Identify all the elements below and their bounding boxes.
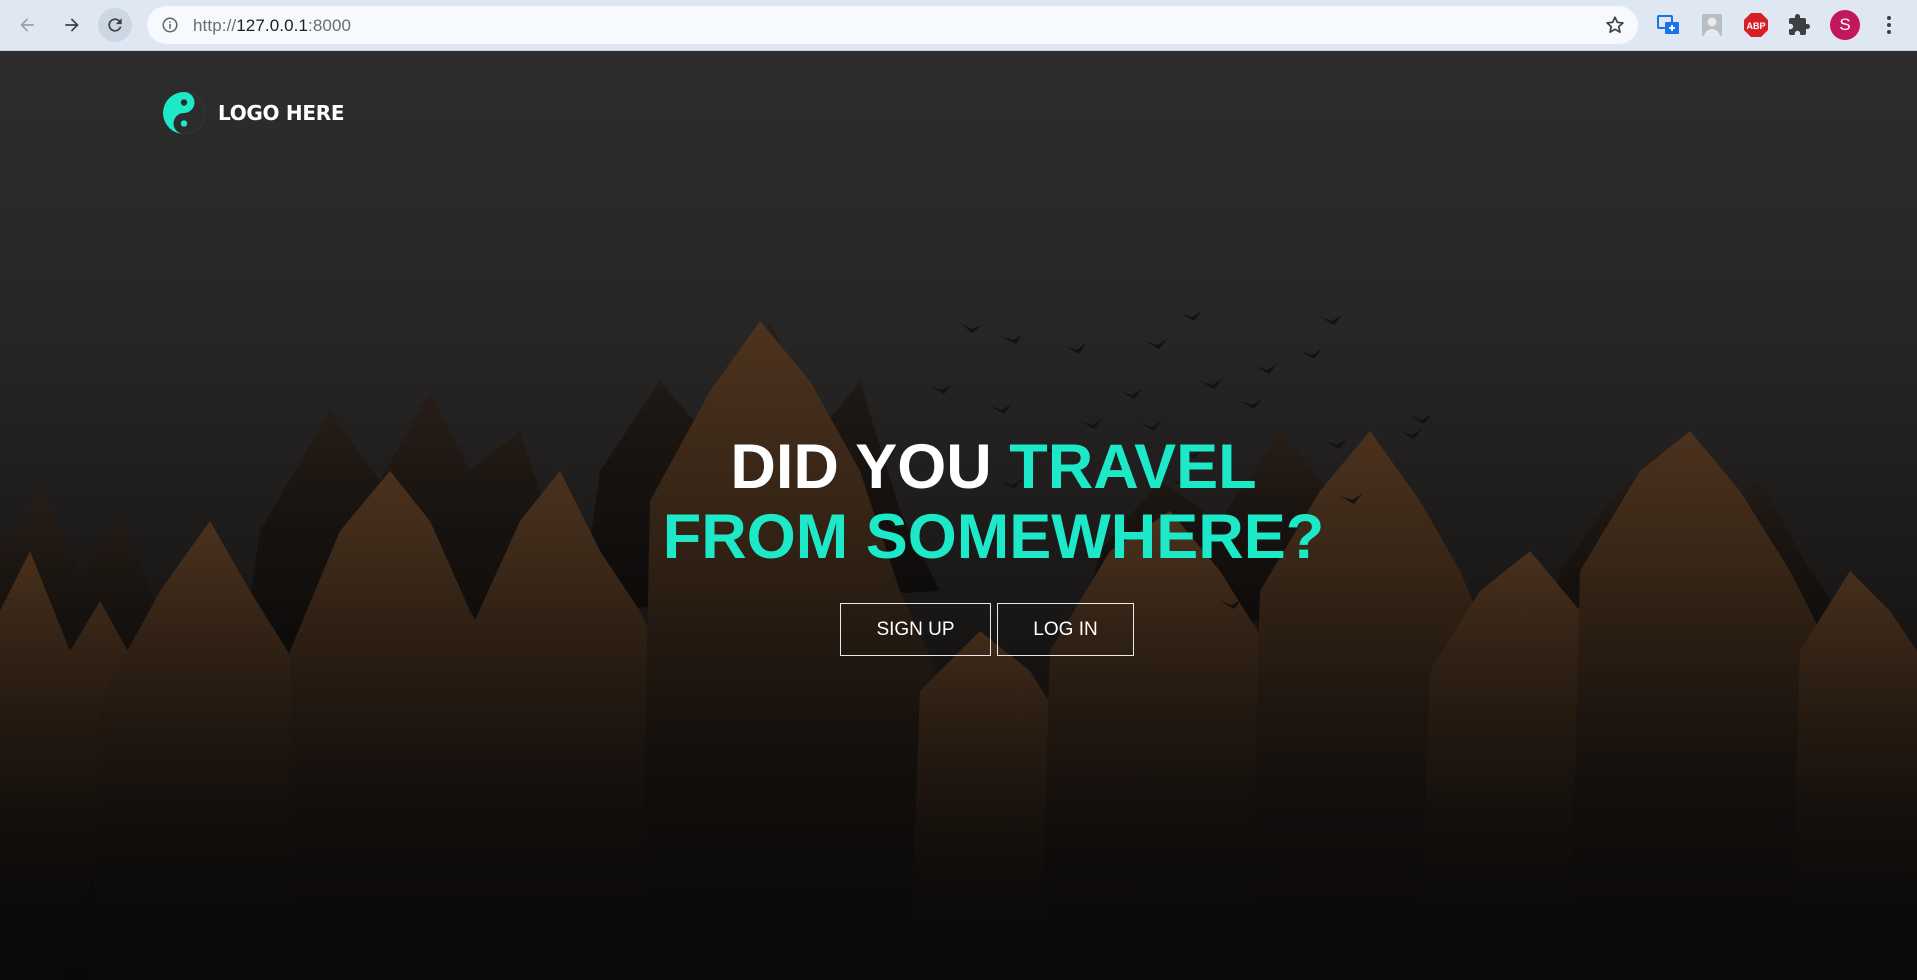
- hero-section: LOGO HERE DID YOU TRAVEL FROM SOMEWHERE?…: [0, 51, 1917, 980]
- browser-toolbar: http://127.0.0.1:8000 ABP S: [0, 0, 1917, 51]
- reload-icon: [108, 18, 122, 32]
- back-button[interactable]: [10, 8, 44, 42]
- logo-text: LOGO HERE: [218, 101, 345, 125]
- adblock-plus-icon: ABP: [1744, 13, 1768, 37]
- info-icon[interactable]: [161, 16, 179, 34]
- extensions-button[interactable]: [1786, 12, 1812, 38]
- forward-button[interactable]: [55, 8, 89, 42]
- hero-headline: DID YOU TRAVEL FROM SOMEWHERE?: [0, 432, 1917, 572]
- url-text[interactable]: http://127.0.0.1:8000: [193, 16, 351, 36]
- auth-actions: SIGN UP LOG IN: [840, 603, 1134, 656]
- profile-image-extension[interactable]: [1699, 12, 1725, 38]
- puzzle-icon: [1789, 14, 1810, 35]
- bookmark-star-icon[interactable]: [1604, 14, 1626, 36]
- site-logo[interactable]: LOGO HERE: [161, 90, 344, 136]
- address-bar[interactable]: http://127.0.0.1:8000: [147, 6, 1638, 44]
- translate-extension[interactable]: [1656, 12, 1682, 38]
- svg-text:ABP: ABP: [1746, 21, 1765, 31]
- headline-text: DID YOU TRAVEL FROM SOMEWHERE?: [634, 432, 1354, 572]
- kebab-menu-icon: [1887, 16, 1891, 34]
- browser-menu-button[interactable]: [1876, 12, 1902, 38]
- arrow-right-icon: [65, 18, 79, 32]
- reload-button[interactable]: [98, 8, 132, 42]
- translate-icon: [1657, 15, 1679, 34]
- log-in-button[interactable]: LOG IN: [997, 603, 1134, 656]
- url-host: 127.0.0.1: [236, 16, 309, 35]
- profile-avatar[interactable]: S: [1830, 10, 1860, 40]
- yin-yang-icon: [163, 92, 205, 134]
- url-port: :8000: [308, 16, 352, 35]
- adblock-extension[interactable]: ABP: [1743, 12, 1769, 38]
- url-protocol: http://: [193, 16, 237, 35]
- profile-image-icon: [1702, 14, 1722, 36]
- sign-up-button[interactable]: SIGN UP: [840, 603, 991, 656]
- arrow-left-icon: [20, 18, 34, 32]
- headline-white-part: DID YOU: [730, 432, 1010, 502]
